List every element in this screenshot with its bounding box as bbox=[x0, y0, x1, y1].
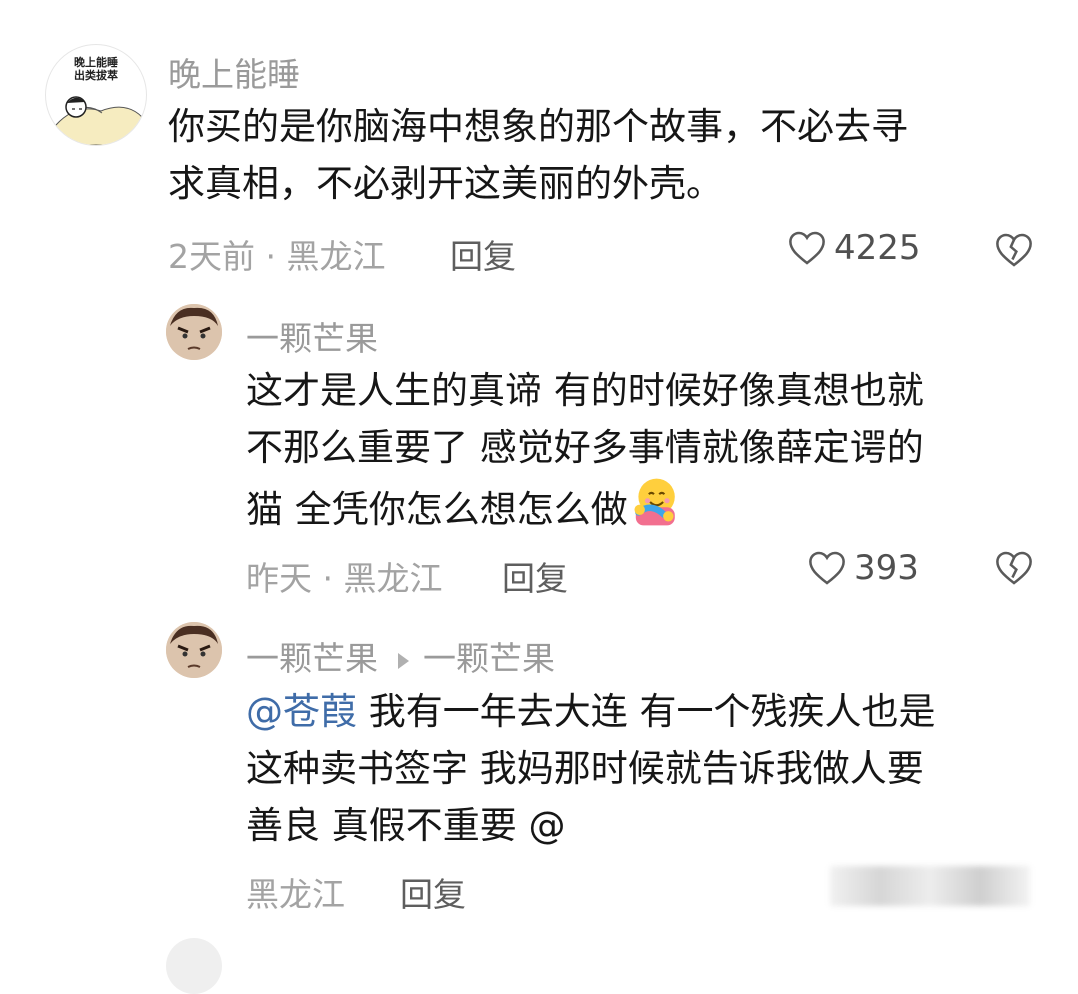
avatar-text-1: 晚上能睡 bbox=[74, 55, 118, 69]
like-count: 4225 bbox=[834, 228, 921, 268]
avatar-illustration: 晚上能睡 出类拔萃 bbox=[49, 55, 143, 145]
avatar[interactable] bbox=[166, 622, 222, 678]
reply-header: 一颗芒果 一颗芒果 bbox=[246, 632, 555, 680]
avatar-illustration bbox=[166, 304, 222, 360]
comment-line: 这种卖书签字 我妈那时候就告诉我做人要 bbox=[246, 747, 924, 790]
username[interactable]: 一颗芒果 bbox=[246, 312, 378, 360]
broken-heart-icon bbox=[996, 551, 1032, 585]
comment-line-text: 我有一年去大连 有一个残疾人也是 bbox=[357, 690, 936, 733]
next-comment-avatar-peek bbox=[166, 938, 222, 994]
reply-button[interactable]: 回复 bbox=[450, 230, 516, 278]
avatar[interactable] bbox=[166, 304, 222, 360]
comment-text: 你买的是你脑海中想象的那个故事，不必去寻 求真相，不必剥开这美丽的外壳。 bbox=[168, 98, 908, 212]
mention-link[interactable]: @苍葭 bbox=[246, 690, 357, 733]
like-button[interactable]: 393 bbox=[808, 548, 919, 588]
heart-outline-icon bbox=[789, 231, 825, 265]
username[interactable]: 一颗芒果 bbox=[246, 639, 378, 678]
comment-line: 善良 真假不重要 @ bbox=[246, 804, 566, 847]
comment-line: 求真相，不必剥开这美丽的外壳。 bbox=[168, 162, 723, 205]
broken-heart-icon bbox=[996, 233, 1032, 267]
dislike-button[interactable] bbox=[995, 550, 1033, 590]
comment-meta: 黑龙江 bbox=[246, 875, 345, 914]
dislike-button[interactable] bbox=[995, 232, 1033, 272]
comment-line: 你买的是你脑海中想象的那个故事，不必去寻 bbox=[168, 105, 908, 148]
comment-line-with-emoji: 猫 全凭你怎么想怎么做 bbox=[246, 476, 924, 544]
comment-meta: 2天前 · 黑龙江 bbox=[168, 237, 386, 276]
like-count: 393 bbox=[854, 548, 919, 588]
heart-outline-icon bbox=[809, 551, 845, 585]
comment-line: @苍葭 我有一年去大连 有一个残疾人也是 bbox=[246, 683, 936, 740]
username[interactable]: 晚上能睡 bbox=[168, 48, 300, 96]
comment-line: 猫 全凭你怎么想怎么做 bbox=[246, 488, 628, 531]
reply-to-username[interactable]: 一颗芒果 bbox=[423, 639, 555, 678]
comment-text: @苍葭 我有一年去大连 有一个残疾人也是 这种卖书签字 我妈那时候就告诉我做人要… bbox=[246, 683, 936, 854]
comment-text: 这才是人生的真谛 有的时候好像真想也就 不那么重要了 感觉好多事情就像薛定谔的 … bbox=[246, 362, 924, 544]
comment-line: 不那么重要了 感觉好多事情就像薛定谔的 bbox=[246, 426, 924, 469]
comment-meta: 昨天 · 黑龙江 bbox=[246, 559, 443, 598]
reply-button[interactable]: 回复 bbox=[502, 552, 568, 600]
comment-line: 这才是人生的真谛 有的时候好像真想也就 bbox=[246, 369, 924, 412]
avatar-text-2: 出类拔萃 bbox=[74, 68, 118, 82]
blurred-reactions bbox=[830, 866, 1030, 906]
hug-emoji-icon bbox=[628, 476, 680, 544]
avatar[interactable]: 晚上能睡 出类拔萃 bbox=[45, 44, 147, 146]
avatar-illustration bbox=[166, 622, 222, 678]
reply-button[interactable]: 回复 bbox=[400, 868, 466, 916]
reply-arrow-icon bbox=[398, 652, 409, 669]
like-button[interactable]: 4225 bbox=[788, 228, 921, 268]
